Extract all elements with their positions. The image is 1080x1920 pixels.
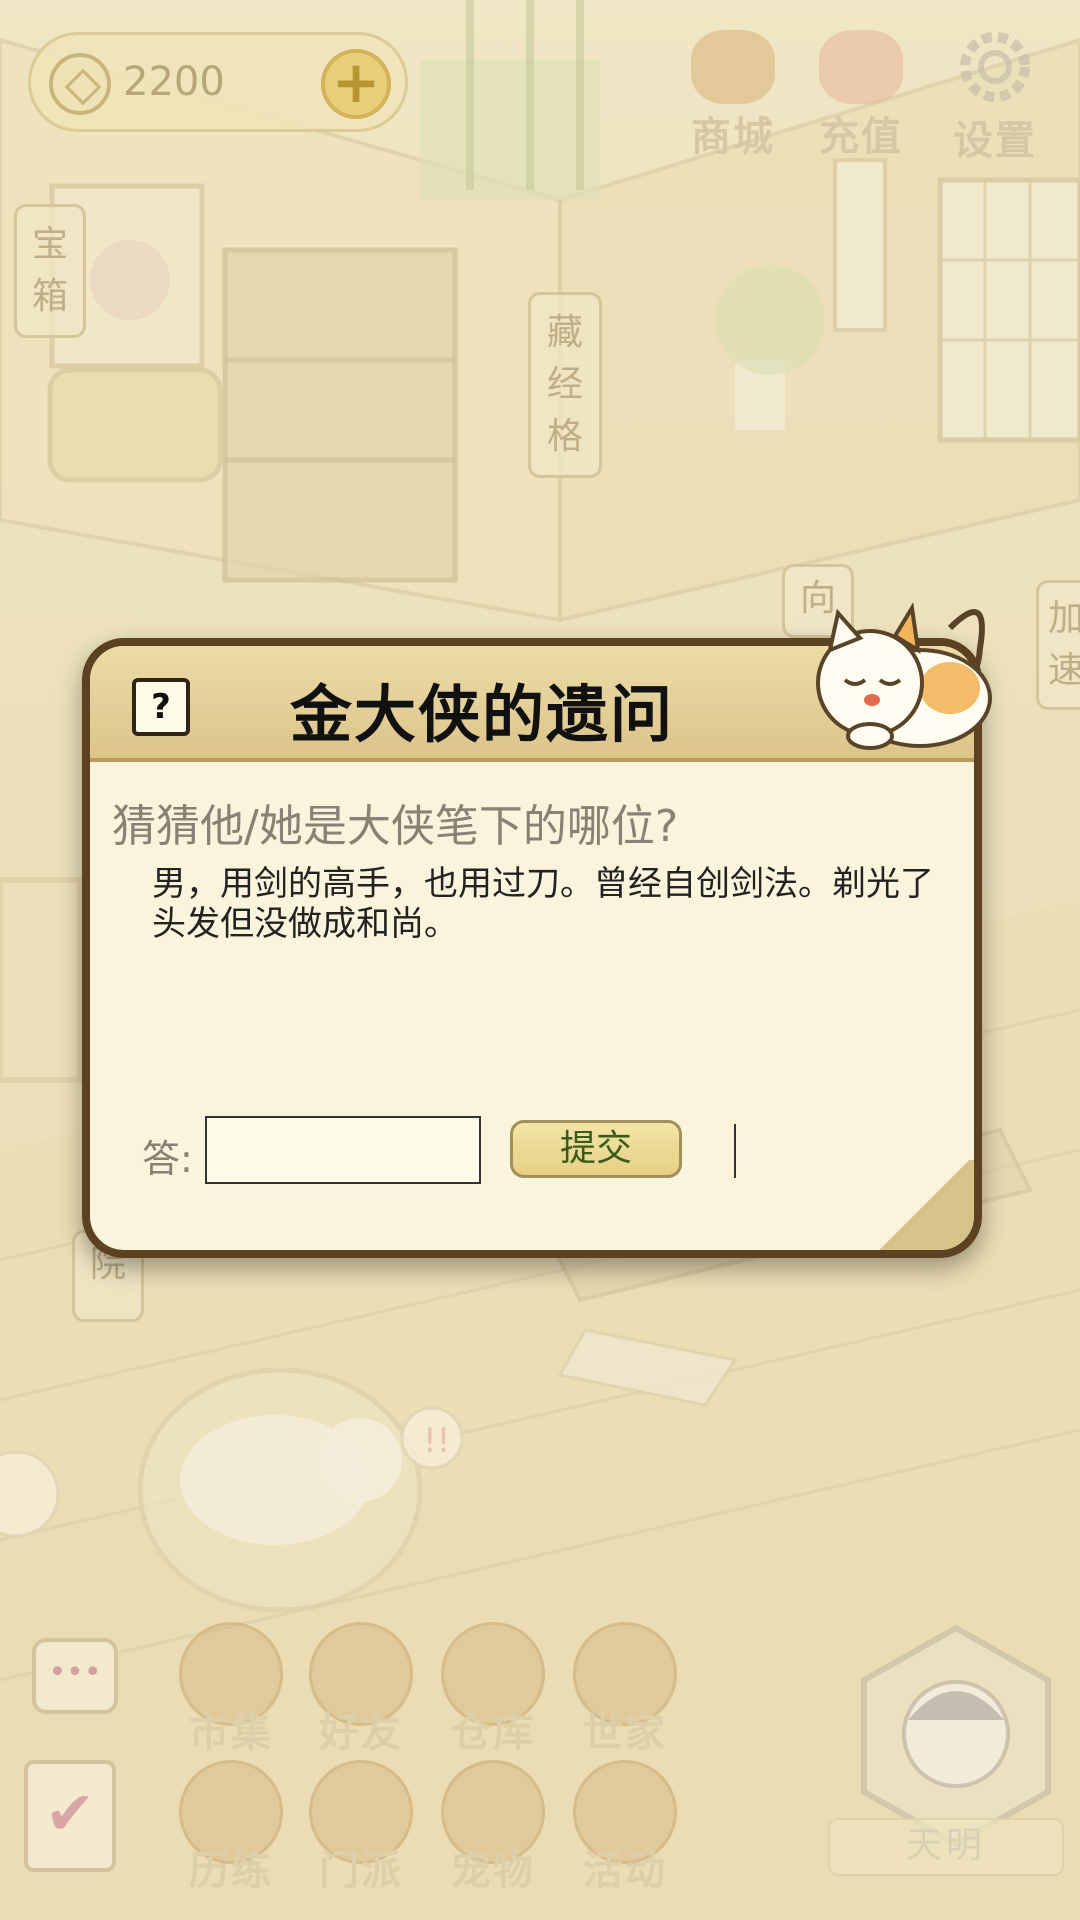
task-button[interactable]: ✔ (24, 1760, 116, 1872)
menu-pets[interactable]: 宠物 (434, 1760, 552, 1910)
recharge-icon (819, 30, 903, 104)
shop-bag-icon (691, 30, 775, 104)
coin-amount: 2200 (123, 59, 225, 105)
menu-sect-label: 门派 (319, 1848, 403, 1894)
menu-events[interactable]: 活动 (566, 1760, 684, 1910)
menu-market[interactable]: 市集 (172, 1622, 290, 1772)
coin-icon (49, 53, 111, 115)
chat-button[interactable]: ••• (32, 1638, 118, 1714)
riddle-question: 猜猜他/她是大侠笔下的哪位? (112, 801, 679, 852)
speed-up-tag-char-2: 速 (1047, 650, 1080, 691)
recharge-button[interactable]: 充值 (806, 30, 916, 160)
add-coins-button[interactable]: + (321, 49, 391, 119)
text-cursor (734, 1124, 736, 1178)
treasure-chest-tag[interactable]: 宝箱 (14, 204, 86, 338)
menu-warehouse[interactable]: 仓库 (434, 1622, 552, 1772)
shop-label: 商城 (691, 114, 775, 160)
dialog-title: 金大侠的遗问 (289, 678, 674, 751)
answer-label: 答: (142, 1137, 193, 1181)
menu-training-label: 历练 (189, 1848, 273, 1894)
menu-sect[interactable]: 门派 (302, 1760, 420, 1910)
library-tag[interactable]: 藏经格 (528, 292, 602, 478)
riddle-clue: 男，用剑的高手，也用过刀。曾经自创剑法。剃光了头发但没做成和尚。 (152, 864, 934, 944)
page-corner-fold (874, 1160, 974, 1250)
submit-button[interactable]: 提交 (510, 1120, 682, 1178)
shop-button[interactable]: 商城 (678, 30, 788, 160)
menu-events-label: 活动 (583, 1848, 667, 1894)
help-button[interactable]: ? (132, 678, 190, 736)
menu-training[interactable]: 历练 (172, 1760, 290, 1910)
menu-friends[interactable]: 好友 (302, 1622, 420, 1772)
dawn-button[interactable]: 天明 (828, 1818, 1064, 1876)
coin-balance-bar: 2200 + (28, 32, 408, 132)
menu-warehouse-label: 仓库 (451, 1710, 535, 1756)
sleeping-cat-icon (816, 602, 992, 750)
menu-friends-label: 好友 (319, 1710, 403, 1756)
settings-label: 设置 (953, 118, 1037, 164)
speed-up-tag[interactable]: 加 速 (1036, 580, 1080, 710)
gear-icon (960, 32, 1030, 102)
menu-clan[interactable]: 世家 (566, 1622, 684, 1772)
settings-button[interactable]: 设置 (940, 30, 1050, 164)
answer-input[interactable] (205, 1116, 481, 1184)
menu-pets-label: 宠物 (451, 1848, 535, 1894)
menu-clan-label: 世家 (583, 1710, 667, 1756)
menu-market-label: 市集 (189, 1710, 273, 1756)
recharge-label: 充值 (819, 114, 903, 160)
speed-up-tag-char-1: 加 (1047, 598, 1080, 639)
